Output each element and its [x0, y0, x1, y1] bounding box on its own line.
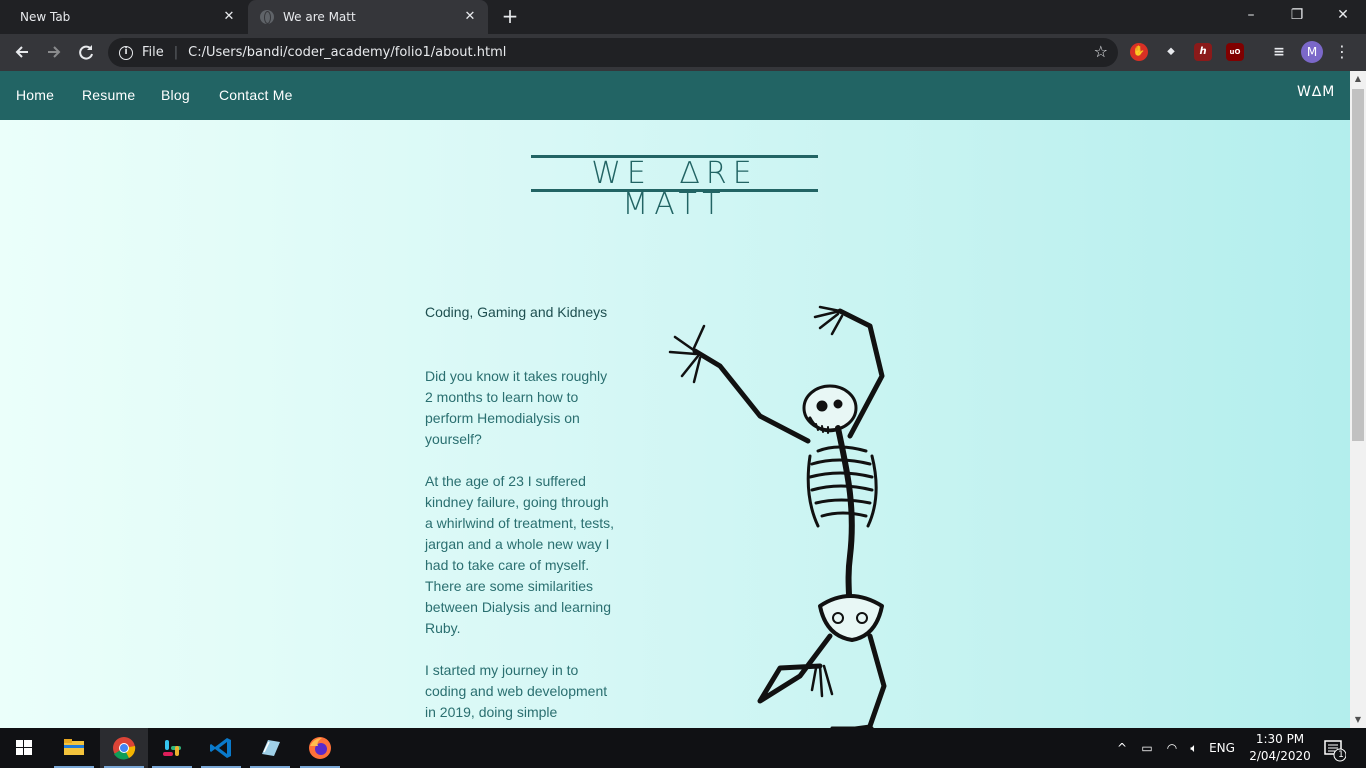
notification-center-icon[interactable]	[1322, 728, 1347, 768]
tab-title: New Tab	[20, 10, 71, 24]
system-clock[interactable]: 1:30 PM 2/04/2020	[1245, 731, 1315, 765]
scroll-down-arrow-icon[interactable]: ▼	[1350, 712, 1366, 728]
browser-tab-strip: New Tab ✕ We are Matt ✕ + – ❐ ✕	[0, 0, 1366, 34]
firefox-icon[interactable]	[296, 728, 344, 768]
tab-new-tab[interactable]: New Tab ✕	[0, 0, 247, 34]
separator: |	[173, 45, 179, 60]
nav-link-blog[interactable]: Blog	[161, 87, 190, 103]
close-icon[interactable]: ✕	[462, 9, 478, 25]
scheme-label: File	[142, 45, 164, 60]
window-close-button[interactable]: ✕	[1320, 0, 1366, 30]
notepad-icon[interactable]	[246, 728, 294, 768]
globe-icon	[260, 10, 274, 24]
page-scrollbar[interactable]: ▲ ▼	[1350, 71, 1366, 728]
clock-time: 1:30 PM	[1255, 732, 1305, 746]
site-navbar: Home Resume Blog Contact Me W∆M	[0, 71, 1350, 120]
slack-icon[interactable]	[148, 728, 196, 768]
forward-arrow-icon[interactable]	[40, 38, 68, 66]
nav-link-resume[interactable]: Resume	[82, 87, 135, 103]
minimize-button[interactable]: –	[1228, 0, 1274, 30]
clock-date: 2/04/2020	[1249, 749, 1311, 763]
nav-link-home[interactable]: Home	[16, 87, 54, 103]
paragraph-1: Did you know it takes roughly 2 months t…	[425, 368, 608, 447]
reload-icon[interactable]	[72, 38, 100, 66]
ublock-extension-icon[interactable]: uO	[1226, 43, 1244, 61]
windows-start-icon[interactable]	[0, 728, 48, 768]
menu-kebab-icon[interactable]: ⋮	[1334, 40, 1350, 64]
chrome-icon[interactable]	[100, 728, 148, 768]
paragraph-2: At the age of 23 I suffered kindney fail…	[425, 473, 615, 636]
scroll-up-arrow-icon[interactable]: ▲	[1350, 71, 1366, 87]
bookmark-star-icon[interactable]: ☆	[1094, 42, 1108, 61]
page-title: WE ∆RE MATT	[531, 155, 818, 220]
h-extension-icon[interactable]: h	[1194, 43, 1212, 61]
skeleton-illustration	[668, 305, 887, 728]
close-icon[interactable]: ✕	[221, 9, 237, 25]
media-control-icon[interactable]: ≡	[1270, 43, 1288, 61]
adblock-extension-icon[interactable]: ✋	[1130, 43, 1148, 61]
back-arrow-icon[interactable]	[8, 38, 36, 66]
volume-icon[interactable]: 🔈︎	[1185, 728, 1203, 768]
language-indicator[interactable]: ENG	[1207, 728, 1237, 768]
file-explorer-icon[interactable]	[50, 728, 98, 768]
notification-count-badge: 1	[1338, 750, 1344, 760]
url-text[interactable]: C:/Users/bandi/coder_academy/folio1/abou…	[188, 45, 506, 60]
tab-title: We are Matt	[283, 10, 356, 24]
page-viewport: Home Resume Blog Contact Me W∆M WE ∆RE M…	[0, 71, 1350, 728]
site-logo[interactable]: W∆M	[1297, 84, 1335, 100]
wifi-icon[interactable]: ◠	[1162, 728, 1182, 768]
restore-button[interactable]: ❐	[1274, 0, 1320, 30]
scroll-thumb[interactable]	[1352, 89, 1364, 441]
vscode-icon[interactable]	[197, 728, 245, 768]
puzzle-extension-icon[interactable]: ⬥	[1162, 43, 1180, 61]
profile-avatar[interactable]: M	[1301, 41, 1323, 63]
battery-icon[interactable]: ▭	[1137, 728, 1157, 768]
address-bar[interactable]: i File | C:/Users/bandi/coder_academy/fo…	[108, 38, 1118, 67]
tab-we-are-matt[interactable]: We are Matt ✕	[248, 0, 488, 34]
windows-taskbar: ^ ▭ ◠ 🔈︎ ENG 1:30 PM 2/04/2020 1	[0, 728, 1366, 768]
section-subtitle: Coding, Gaming and Kidneys	[425, 304, 608, 320]
show-hidden-icons-chevron-icon[interactable]: ^	[1113, 728, 1131, 768]
new-tab-button[interactable]: +	[498, 5, 522, 29]
paragraph-3: I started my journey in to coding and we…	[425, 662, 608, 720]
nav-link-contact[interactable]: Contact Me	[219, 87, 293, 103]
info-icon[interactable]: i	[119, 45, 133, 60]
